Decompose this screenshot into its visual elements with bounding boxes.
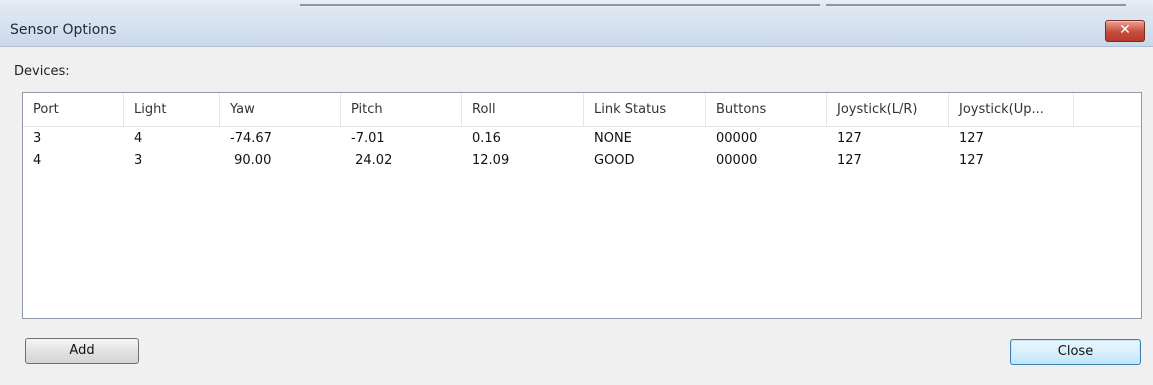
cell-buttons: 00000 (716, 131, 758, 146)
column-header-roll[interactable]: Roll (462, 93, 584, 126)
cell-light: 3 (134, 153, 143, 168)
cell-joystick-lr: 127 (837, 131, 862, 146)
close-button[interactable]: Close (1010, 339, 1141, 365)
add-button[interactable]: Add (25, 338, 139, 364)
window-title: Sensor Options (10, 22, 117, 38)
window-close-icon[interactable]: ✕ (1105, 20, 1145, 42)
cell-roll: 0.16 (472, 131, 501, 146)
cell-port: 3 (33, 131, 42, 146)
column-header-joystick-ud[interactable]: Joystick(Up... (949, 93, 1074, 126)
title-bar[interactable]: Sensor Options ✕ (0, 16, 1153, 47)
cell-roll: 12.09 (472, 153, 510, 168)
cell-pitch: 24.02 (351, 153, 393, 168)
cell-port: 4 (33, 153, 42, 168)
cell-link-status: GOOD (594, 153, 635, 168)
devices-list[interactable]: Port Light Yaw Pitch Roll Link Status Bu… (22, 92, 1142, 319)
list-header: Port Light Yaw Pitch Roll Link Status Bu… (23, 93, 1141, 127)
column-header-light[interactable]: Light (124, 93, 220, 126)
table-row[interactable]: 3 4 -74.67 -7.01 0.16 NONE 00000 127 127 (23, 128, 1141, 150)
cell-pitch: -7.01 (351, 131, 385, 146)
column-header-buttons[interactable]: Buttons (706, 93, 827, 126)
cell-yaw: 90.00 (230, 153, 272, 168)
devices-label: Devices: (14, 64, 70, 79)
column-header-joystick-lr[interactable]: Joystick(L/R) (827, 93, 949, 126)
cell-joystick-ud: 127 (959, 131, 984, 146)
background-divider (826, 4, 1126, 6)
cell-buttons: 00000 (716, 153, 758, 168)
cell-link-status: NONE (594, 131, 632, 146)
table-row[interactable]: 4 3 90.00 24.02 12.09 GOOD 00000 127 127 (23, 150, 1141, 172)
sensor-options-dialog: Sensor Options ✕ Devices: Port Light Yaw… (0, 16, 1153, 385)
background-divider (300, 4, 820, 6)
cell-joystick-lr: 127 (837, 153, 862, 168)
cell-joystick-ud: 127 (959, 153, 984, 168)
cell-yaw: -74.67 (230, 131, 272, 146)
background-window-strip (0, 0, 1153, 17)
column-header-yaw[interactable]: Yaw (220, 93, 341, 126)
column-header-filler (1074, 93, 1141, 126)
column-header-link-status[interactable]: Link Status (584, 93, 706, 126)
column-header-port[interactable]: Port (23, 93, 124, 126)
cell-light: 4 (134, 131, 143, 146)
column-header-pitch[interactable]: Pitch (341, 93, 462, 126)
